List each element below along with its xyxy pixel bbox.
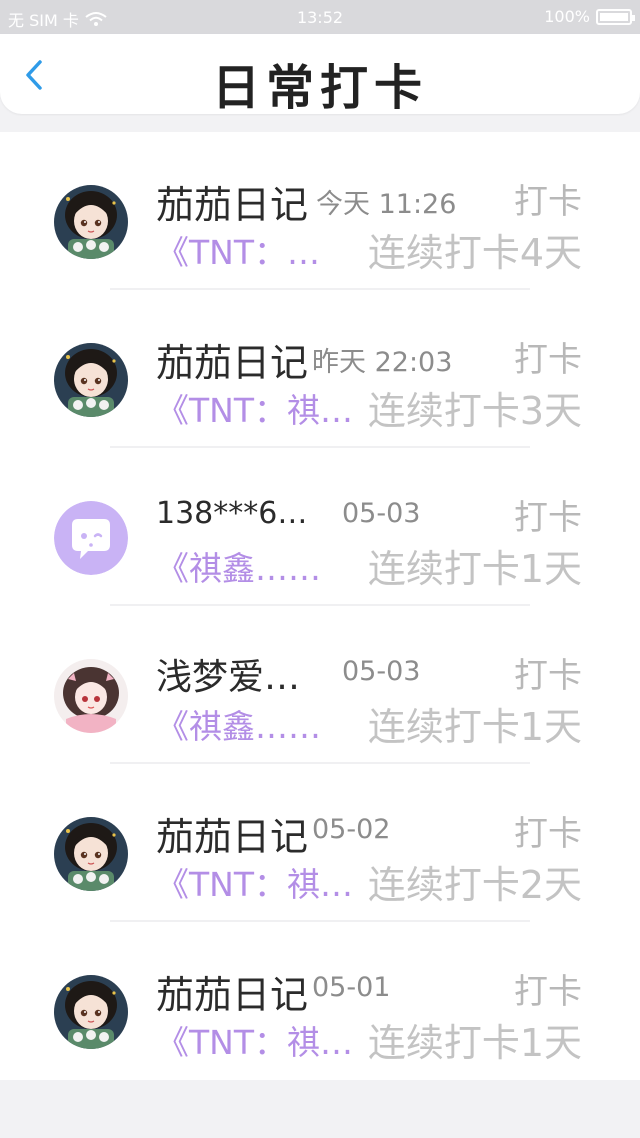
diary-preview[interactable]: 《TNT：祺… [156, 384, 353, 432]
streak-label: 连续打卡1天 [367, 1021, 582, 1065]
checkin-action: 打卡 [514, 498, 582, 538]
checkin-time: 05-01 [312, 972, 391, 1003]
checkin-row[interactable]: 茄茄日记 今天 11:26 打卡 《TNT：… 连续打卡4天 [0, 132, 640, 290]
streak-label: 连续打卡1天 [367, 705, 582, 749]
avatar[interactable] [54, 185, 128, 259]
checkin-action: 打卡 [514, 340, 582, 380]
header-bar: 日常打卡 [0, 34, 640, 116]
user-name: 138***6… [156, 496, 308, 531]
checkin-row[interactable]: 茄茄日记 05-02 打卡 《TNT：祺… 连续打卡2天 [0, 764, 640, 922]
battery-percent: 100% [544, 7, 590, 26]
checkin-action: 打卡 [514, 182, 582, 222]
avatar[interactable] [54, 817, 128, 891]
checkin-action: 打卡 [514, 972, 582, 1012]
anime-girl-avatar [54, 343, 128, 417]
checkin-action: 打卡 [514, 814, 582, 854]
user-name: 茄茄日记 [156, 183, 309, 227]
checkin-action: 打卡 [514, 656, 582, 696]
avatar[interactable] [54, 975, 128, 1049]
checkin-time: 今天 11:26 [316, 189, 457, 220]
anime-girl-avatar [54, 185, 128, 259]
avatar[interactable] [54, 343, 128, 417]
checkin-row[interactable]: 138***6… 05-03 打卡 《祺鑫…… 连续打卡1天 [0, 448, 640, 606]
diary-preview[interactable]: 《祺鑫…… [156, 700, 321, 748]
user-name: 茄茄日记 [156, 341, 309, 385]
checkin-row[interactable]: 浅梦爱… 05-03 打卡 《祺鑫…… 连续打卡1天 [0, 606, 640, 764]
user-name: 浅梦爱… [156, 657, 301, 698]
avatar[interactable] [54, 659, 128, 733]
avatar[interactable] [54, 501, 128, 575]
checkin-time: 昨天 22:03 [312, 347, 453, 378]
user-name: 茄茄日记 [156, 973, 309, 1017]
anime-girl-avatar [54, 817, 128, 891]
streak-label: 连续打卡4天 [367, 231, 582, 275]
diary-preview[interactable]: 《TNT：祺… [156, 1016, 353, 1064]
checkin-time: 05-02 [312, 814, 391, 845]
checkin-row[interactable]: 茄茄日记 昨天 22:03 打卡 《TNT：祺… 连续打卡3天 [0, 290, 640, 448]
user-name: 茄茄日记 [156, 815, 309, 859]
status-right: 100% [544, 7, 635, 26]
checkin-row[interactable]: 茄茄日记 05-01 打卡 《TNT：祺… 连续打卡1天 [0, 922, 640, 1080]
diary-preview[interactable]: 《TNT：祺… [156, 858, 353, 906]
checkin-time: 05-03 [342, 498, 421, 529]
streak-label: 连续打卡3天 [367, 389, 582, 433]
page-title: 日常打卡 [211, 60, 428, 116]
anime-girl-avatar [54, 975, 128, 1049]
chat-face-icon [54, 501, 128, 575]
anime-girl-avatar [54, 659, 128, 733]
diary-preview[interactable]: 《祺鑫…… [156, 542, 321, 590]
checkin-list[interactable]: 茄茄日记 今天 11:26 打卡 《TNT：… 连续打卡4天 茄茄日记 昨天 2… [0, 132, 640, 1080]
checkin-time: 05-03 [342, 656, 421, 687]
streak-label: 连续打卡1天 [367, 547, 582, 591]
streak-label: 连续打卡2天 [367, 863, 582, 907]
diary-preview[interactable]: 《TNT：… [156, 226, 320, 274]
status-bar: 无 SIM 卡 13:52 100% [0, 0, 640, 34]
battery-icon [596, 8, 635, 25]
